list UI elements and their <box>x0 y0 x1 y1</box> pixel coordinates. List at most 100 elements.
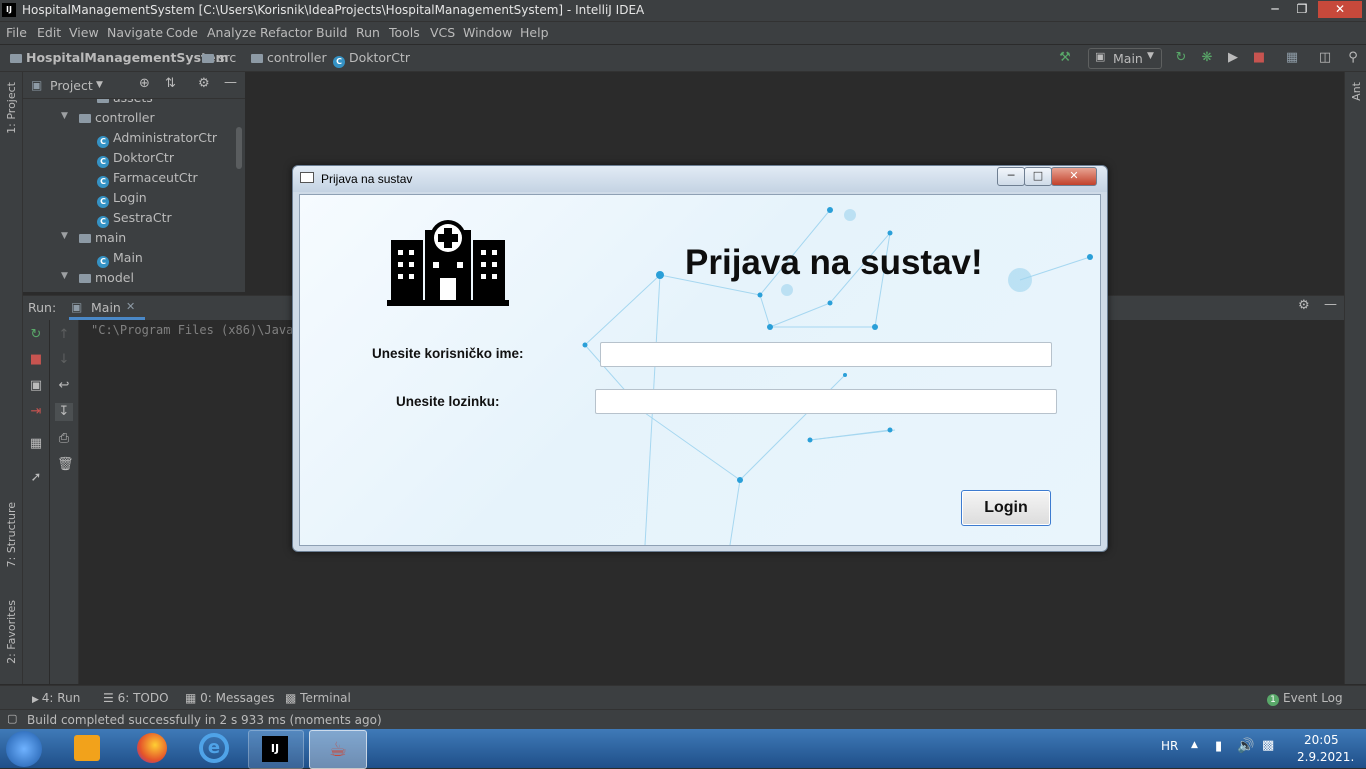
stop-icon[interactable]: ■ <box>29 353 43 367</box>
taskbar-java-app[interactable]: ☕ <box>309 730 367 769</box>
tree-item-farmaceutctr[interactable]: C FarmaceutCtr <box>97 170 198 188</box>
tree-item-login[interactable]: C Login <box>97 190 147 208</box>
arrow-up-icon[interactable]: ↑ <box>57 328 71 342</box>
volume-icon[interactable]: 🔊 <box>1237 738 1254 754</box>
tree-item-administratorctr[interactable]: C AdministratorCtr <box>97 130 217 148</box>
tree-item-controller[interactable]: controller <box>79 110 155 125</box>
tool-window-project[interactable]: 1: Project <box>5 82 18 134</box>
scroll-to-end-icon[interactable]: ↧ <box>55 403 73 421</box>
tree-item-sestractr[interactable]: C SestraCtr <box>97 210 172 228</box>
media-player-icon[interactable] <box>74 735 100 761</box>
chevron-down-icon[interactable]: ▼ <box>61 231 68 241</box>
class-icon: C <box>97 136 109 148</box>
stop-icon[interactable]: ■ <box>1252 51 1266 65</box>
password-input[interactable] <box>595 389 1057 414</box>
status-icon[interactable]: ▢ <box>7 712 17 725</box>
coverage-icon[interactable]: ▶ <box>1226 51 1240 65</box>
project-panel-header: ▣ Project ▼ ⊕ ⇅ ⚙ — <box>23 72 245 99</box>
hide-icon[interactable]: — <box>224 75 237 90</box>
menu-refactor[interactable]: Refactor <box>260 25 312 40</box>
tool-window-favorites[interactable]: 2: Favorites <box>5 600 18 664</box>
locate-icon[interactable]: ⊕ <box>139 76 150 91</box>
tree-item-model[interactable]: model <box>79 270 134 285</box>
collapse-all-icon[interactable]: ⇅ <box>165 76 176 91</box>
build-hammer-icon[interactable]: ⚒ <box>1058 51 1072 65</box>
rerun-icon[interactable]: ↻ <box>29 328 43 342</box>
gear-icon[interactable]: ⚙ <box>198 76 210 91</box>
chevron-down-icon[interactable]: ▼ <box>61 111 68 121</box>
show-hidden-icons-icon[interactable]: ▲ <box>1191 740 1198 750</box>
java-window-icon <box>300 172 314 183</box>
dialog-minimize-icon[interactable]: ─ <box>997 167 1025 186</box>
menu-code[interactable]: Code <box>166 25 198 40</box>
menu-run[interactable]: Run <box>356 25 380 40</box>
clock-time[interactable]: 20:05 <box>1304 733 1339 747</box>
trash-icon[interactable]: 🗑 <box>57 458 74 472</box>
dialog-title-bar[interactable]: Prijava na sustav ─ □ ✕ <box>293 166 1107 192</box>
tree-item-doktorctr[interactable]: C DoktorCtr <box>97 150 174 168</box>
chevron-down-icon[interactable]: ▼ <box>96 80 103 90</box>
layout-icon[interactable]: ◫ <box>1318 51 1332 65</box>
tree-item-main-class[interactable]: C Main <box>97 250 143 268</box>
exit-icon[interactable]: ⇥ <box>29 405 43 419</box>
maximize-icon[interactable]: ❐ <box>1289 1 1315 18</box>
rerun-icon[interactable]: ↻ <box>1174 51 1188 65</box>
run-configuration-select[interactable]: ▣ Main ▼ <box>1088 48 1162 69</box>
breadcrumb-project[interactable]: HospitalManagementSystem <box>10 50 229 65</box>
print-icon[interactable]: ⎙ <box>57 432 71 446</box>
tool-tab-run[interactable]: ▶ 4: Run <box>32 691 80 705</box>
network-icon[interactable]: ▩ <box>1262 738 1274 753</box>
run-tab-main[interactable]: Main <box>91 300 121 315</box>
start-button-icon[interactable] <box>6 731 42 767</box>
gear-icon[interactable]: ⚙ <box>1298 298 1310 313</box>
camera-icon[interactable]: ▣ <box>29 379 43 393</box>
breadcrumb-file[interactable]: C DoktorCtr <box>333 50 410 68</box>
dialog-close-icon[interactable]: ✕ <box>1051 167 1097 186</box>
menu-window[interactable]: Window <box>463 25 512 40</box>
project-view-select[interactable]: Project <box>50 78 93 93</box>
search-icon[interactable]: ⚲ <box>1346 51 1360 65</box>
menu-view[interactable]: View <box>69 25 99 40</box>
tree-item-main-package[interactable]: main <box>79 230 126 245</box>
tool-tab-todo[interactable]: ☰ 6: TODO <box>103 691 169 705</box>
tool-tab-event-log[interactable]: 1 Event Log <box>1267 691 1343 706</box>
login-button[interactable]: Login <box>961 490 1051 526</box>
chevron-down-icon[interactable]: ▼ <box>61 271 68 281</box>
tool-tab-terminal[interactable]: ▩ Terminal <box>285 691 351 705</box>
tree-item-assets[interactable]: assets <box>97 99 153 105</box>
pin-icon[interactable]: ➚ <box>29 471 43 485</box>
menu-edit[interactable]: Edit <box>37 25 61 40</box>
arrow-down-icon[interactable]: ↓ <box>57 353 71 367</box>
tool-window-structure[interactable]: 7: Structure <box>5 502 18 567</box>
menu-tools[interactable]: Tools <box>389 25 420 40</box>
login-heading: Prijava na sustav! <box>685 243 983 282</box>
menu-build[interactable]: Build <box>316 25 347 40</box>
close-tab-icon[interactable]: ✕ <box>126 300 135 313</box>
minimize-icon[interactable]: ─ <box>1262 1 1288 18</box>
tool-tab-messages[interactable]: ▦ 0: Messages <box>185 691 275 705</box>
battery-icon[interactable]: ▮ <box>1215 739 1222 754</box>
soft-wrap-icon[interactable]: ↩ <box>57 379 71 393</box>
dialog-maximize-icon[interactable]: □ <box>1024 167 1052 186</box>
menu-help[interactable]: Help <box>520 25 549 40</box>
scrollbar-thumb[interactable] <box>236 127 242 169</box>
username-input[interactable] <box>600 342 1052 367</box>
status-bar: ▢ Build completed successfully in 2 s 93… <box>0 709 1366 730</box>
layout-icon[interactable]: ▦ <box>29 437 43 451</box>
menu-vcs[interactable]: VCS <box>430 25 455 40</box>
project-structure-icon[interactable]: ▦ <box>1285 51 1299 65</box>
menu-file[interactable]: File <box>6 25 27 40</box>
firefox-icon[interactable] <box>137 733 167 763</box>
close-icon[interactable]: ✕ <box>1318 1 1362 18</box>
breadcrumb-controller[interactable]: controller <box>251 50 327 65</box>
breadcrumb-src[interactable]: src <box>202 50 236 65</box>
tool-window-ant[interactable]: Ant <box>1350 82 1363 101</box>
language-indicator[interactable]: HR <box>1161 739 1178 753</box>
debug-icon[interactable]: ❋ <box>1200 51 1214 65</box>
clock-date[interactable]: 2.9.2021. <box>1297 750 1354 764</box>
menu-analyze[interactable]: Analyze <box>207 25 256 40</box>
hide-icon[interactable]: — <box>1324 297 1337 312</box>
taskbar-intellij[interactable]: IJ <box>248 730 304 769</box>
menu-navigate[interactable]: Navigate <box>107 25 163 40</box>
internet-explorer-icon[interactable]: e <box>199 733 229 763</box>
